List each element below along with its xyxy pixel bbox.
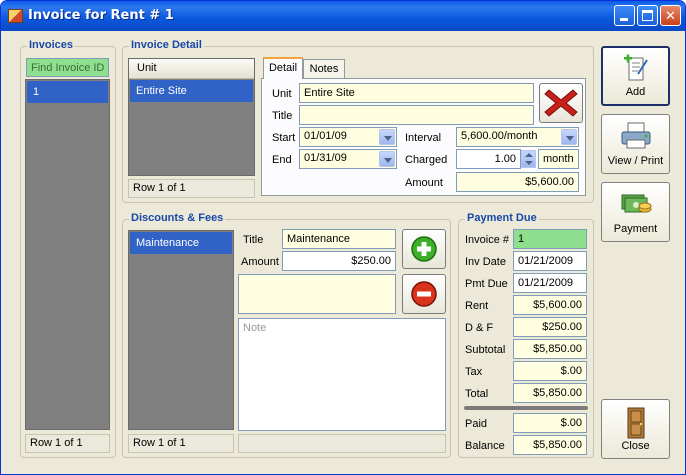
close-window-button[interactable]: ✕ (660, 5, 681, 26)
discount-description-field[interactable] (238, 274, 396, 314)
plus-icon (411, 236, 437, 262)
end-date-picker[interactable]: 01/31/09 (299, 149, 397, 169)
discount-amount-field[interactable]: $250.00 (282, 251, 396, 271)
unit-field[interactable]: Entire Site (299, 83, 534, 103)
interval-value: 5,600.00/month (461, 130, 538, 142)
maximize-button[interactable] (637, 5, 658, 26)
payment-button[interactable]: Payment (601, 182, 670, 242)
start-label: Start (272, 132, 296, 144)
minimize-button[interactable] (614, 5, 635, 26)
paid-field: $.00 (513, 413, 587, 433)
discount-title-label: Title (243, 234, 264, 246)
add-button-label: Add (625, 86, 646, 98)
note-placeholder: Note (243, 322, 267, 334)
remove-fee-button[interactable] (402, 274, 446, 314)
df-label: D & F (465, 322, 494, 334)
delete-unit-button[interactable] (539, 83, 583, 123)
inv-date-label: Inv Date (465, 256, 506, 268)
start-date-value: 01/01/09 (304, 130, 347, 142)
title-field[interactable] (299, 105, 534, 125)
interval-label: Interval (405, 132, 442, 144)
view-print-button[interactable]: View / Print (601, 114, 670, 174)
discount-list[interactable]: Maintenance (128, 230, 234, 430)
charged-unit: month (538, 149, 579, 169)
invoice-list-item[interactable]: 1 (27, 81, 108, 103)
add-button[interactable]: Add (601, 46, 670, 106)
discount-title-field[interactable]: Maintenance (282, 229, 396, 249)
amount-field: $5,600.00 (456, 172, 579, 192)
balance-field: $5,850.00 (513, 435, 587, 455)
pmt-due-label: Pmt Due (465, 278, 508, 290)
charged-label: Charged (405, 154, 448, 166)
discount-list-item[interactable]: Maintenance (130, 232, 232, 254)
total-label: Total (465, 388, 489, 400)
find-invoice-placeholder: Find Invoice ID (31, 62, 105, 74)
invoice-window: Invoice for Rent # 1 ✕ Invoices Find Inv… (0, 0, 686, 475)
find-invoice-input[interactable]: Find Invoice ID (26, 58, 109, 77)
delete-icon (544, 89, 578, 117)
app-icon (8, 9, 23, 23)
subtotal-label: Subtotal (465, 344, 506, 356)
close-button[interactable]: Close (601, 399, 670, 459)
invoice-number-label: Invoice # (465, 234, 510, 246)
inv-date-field[interactable]: 01/21/2009 (513, 251, 587, 271)
window-title: Invoice for Rent # 1 (28, 8, 174, 23)
maximize-icon (642, 10, 653, 21)
add-fee-button[interactable] (402, 229, 446, 269)
tax-field: $.00 (513, 361, 587, 381)
start-date-picker[interactable]: 01/01/09 (299, 127, 397, 147)
discount-amount-label: Amount (241, 256, 279, 268)
rent-label: Rent (465, 300, 489, 312)
payment-button-label: Payment (613, 223, 658, 235)
tab-notes[interactable]: Notes (303, 59, 345, 79)
chevron-down-icon[interactable] (379, 151, 395, 167)
invoice-list[interactable]: 1 (25, 79, 110, 430)
total-field: $5,850.00 (513, 383, 587, 403)
end-date-value: 01/31/09 (304, 152, 347, 164)
add-document-icon (623, 54, 648, 81)
view-print-button-label: View / Print (607, 155, 664, 167)
exit-door-icon (627, 407, 644, 439)
invoice-number-field: 1 (513, 229, 587, 249)
charged-stepper[interactable] (521, 150, 536, 168)
invoice-detail-group-title: Invoice Detail (129, 39, 204, 51)
pmt-due-field[interactable]: 01/21/2009 (513, 273, 587, 293)
interval-select[interactable]: 5,600.00/month (456, 127, 579, 147)
discount-row-status: Row 1 of 1 (128, 434, 234, 453)
tax-label: Tax (465, 366, 483, 378)
minus-icon (411, 281, 437, 307)
tab-detail[interactable]: Detail (263, 57, 303, 79)
paid-label: Paid (465, 418, 488, 430)
discounts-group-title: Discounts & Fees (129, 212, 226, 224)
discount-status-extra (238, 434, 446, 453)
df-field: $250.00 (513, 317, 587, 337)
printer-icon (621, 122, 650, 149)
title-label: Title (272, 110, 293, 122)
discount-note-field[interactable]: Note (238, 318, 446, 431)
invoice-row-status: Row 1 of 1 (25, 434, 110, 453)
chevron-down-icon[interactable] (561, 129, 577, 145)
minimize-icon (620, 18, 628, 21)
end-label: End (272, 154, 292, 166)
balance-label: Balance (465, 440, 505, 452)
unit-list-item[interactable]: Entire Site (130, 80, 253, 102)
chevron-down-icon[interactable] (379, 129, 395, 145)
amount-label: Amount (405, 177, 443, 189)
rent-field: $5,600.00 (513, 295, 587, 315)
charged-field[interactable]: 1.00 (456, 149, 521, 169)
close-button-label: Close (621, 440, 650, 452)
unit-label: Unit (272, 88, 292, 100)
unit-list-header[interactable]: Unit (129, 59, 254, 79)
unit-list[interactable]: Unit Entire Site (128, 58, 255, 176)
invoices-group-title: Invoices (27, 39, 76, 51)
close-icon: ✕ (665, 8, 676, 23)
subtotal-field: $5,850.00 (513, 339, 587, 359)
title-bar[interactable]: Invoice for Rent # 1 ✕ (1, 1, 685, 31)
totals-separator (464, 406, 588, 410)
unit-row-status: Row 1 of 1 (128, 179, 255, 198)
payment-due-group-title: Payment Due (465, 212, 539, 224)
money-icon (621, 194, 651, 213)
